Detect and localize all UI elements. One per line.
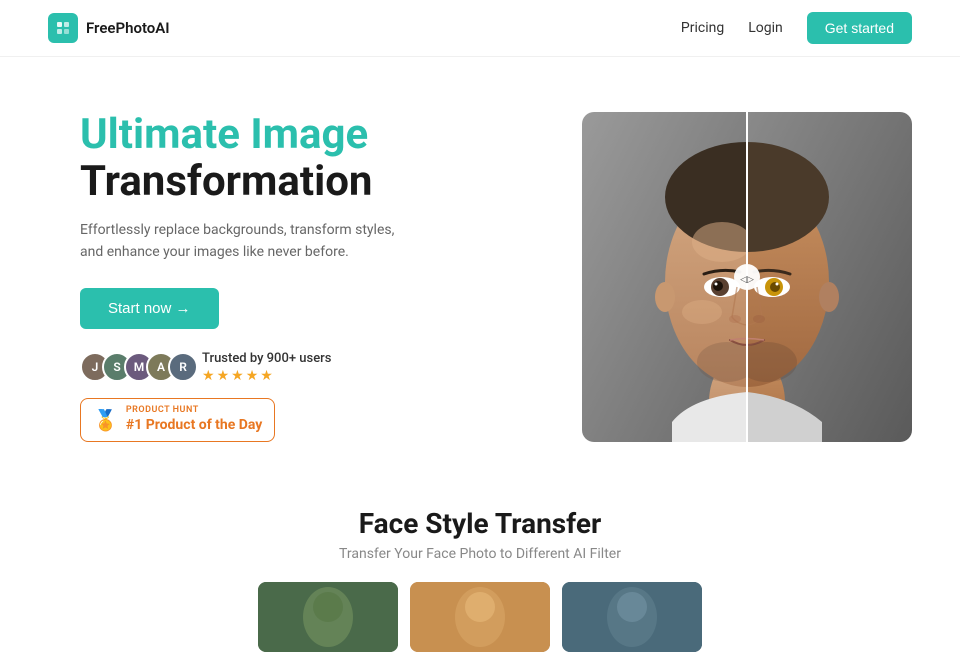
navbar: FreePhotoAI Pricing Login Get started [0, 0, 960, 57]
logo-text: FreePhotoAI [86, 19, 170, 37]
thumbnail-3 [562, 582, 702, 652]
star-5: ★ [260, 368, 273, 384]
nav-links: Pricing Login Get started [681, 12, 912, 44]
trust-text: Trusted by 900+ users [202, 351, 331, 366]
hero-title-accent: Ultimate Image [80, 112, 460, 158]
product-hunt-text: PRODUCT HUNT #1 Product of the Day [126, 405, 262, 435]
avatar-group: J S M A R [80, 352, 190, 382]
svg-text:◁▷: ◁▷ [740, 275, 754, 285]
hero-image: ◁▷ [500, 112, 912, 442]
section-subtitle: Transfer Your Face Photo to Different AI… [48, 546, 912, 562]
star-3: ★ [231, 368, 244, 384]
get-started-button[interactable]: Get started [807, 12, 912, 44]
product-hunt-rank: #1 Product of the Day [126, 416, 262, 434]
login-link[interactable]: Login [748, 20, 783, 36]
hero-content: Ultimate Image Transformation Effortless… [80, 112, 460, 441]
section-title: Face Style Transfer [48, 507, 912, 540]
logo-icon [48, 13, 78, 43]
product-hunt-label: PRODUCT HUNT [126, 405, 262, 417]
thumbnail-1 [258, 582, 398, 652]
pricing-link[interactable]: Pricing [681, 20, 724, 36]
product-hunt-badge[interactable]: 🏅 PRODUCT HUNT #1 Product of the Day [80, 398, 275, 442]
star-2: ★ [217, 368, 230, 384]
avatar-5: R [168, 352, 198, 382]
thumbnail-2 [410, 582, 550, 652]
hero-section: Ultimate Image Transformation Effortless… [0, 57, 960, 477]
start-now-button[interactable]: Start now → [80, 288, 219, 329]
hero-subtitle: Effortlessly replace backgrounds, transf… [80, 219, 400, 264]
logo: FreePhotoAI [48, 13, 170, 43]
trust-info: Trusted by 900+ users ★ ★ ★ ★ ★ [202, 351, 331, 384]
thumbnail-row [48, 582, 912, 652]
star-1: ★ [202, 368, 215, 384]
medal-icon: 🏅 [93, 408, 118, 432]
hero-title-dark: Transformation [80, 159, 460, 205]
face-svg: ◁▷ [582, 112, 912, 442]
star-rating: ★ ★ ★ ★ ★ [202, 368, 331, 384]
face-comparison-image: ◁▷ [582, 112, 912, 442]
bottom-section: Face Style Transfer Transfer Your Face P… [0, 477, 960, 668]
star-4: ★ [246, 368, 259, 384]
trust-row: J S M A R Trusted by 900+ users ★ ★ ★ ★ … [80, 351, 460, 384]
